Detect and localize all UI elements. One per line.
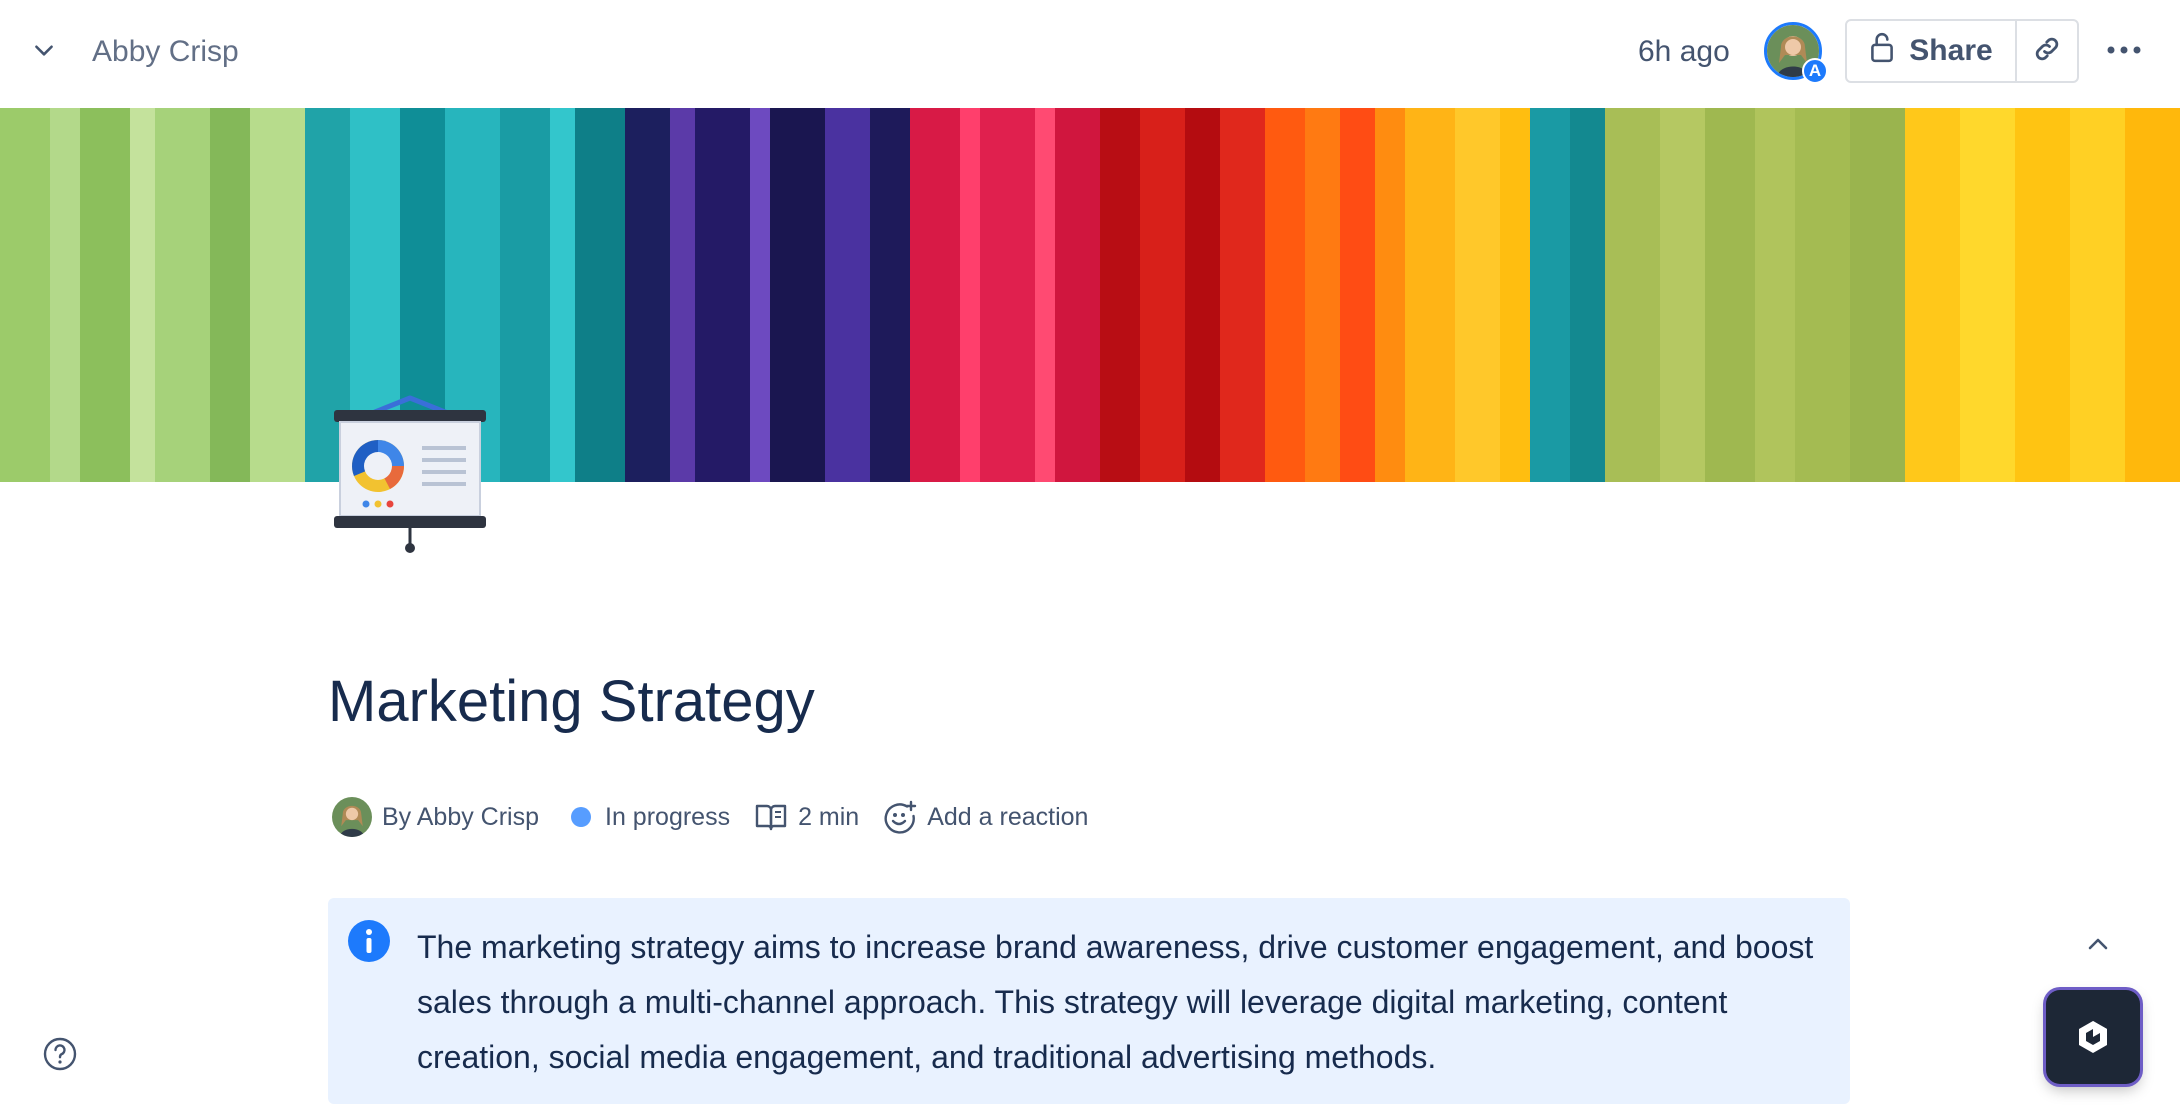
info-panel-text[interactable]: The marketing strategy aims to increase … bbox=[417, 920, 1837, 1085]
share-button[interactable]: Share bbox=[1847, 21, 2017, 81]
page-meta: By Abby Crisp In progress 2 min Add a re… bbox=[332, 796, 1088, 838]
avatar[interactable]: A bbox=[1764, 22, 1828, 84]
last-updated[interactable]: 6h ago bbox=[1638, 32, 1730, 72]
assistant-icon[interactable] bbox=[2046, 990, 2140, 1084]
emoji-add-icon bbox=[883, 800, 917, 834]
breadcrumb-owner[interactable]: Abby Crisp bbox=[92, 32, 239, 72]
share-label: Share bbox=[1909, 34, 1993, 67]
cover-image bbox=[0, 108, 2180, 482]
top-bar: Abby Crisp 6h ago A Share bbox=[0, 0, 2180, 108]
more-icon[interactable] bbox=[2100, 30, 2148, 70]
copy-link-button[interactable] bbox=[2017, 21, 2077, 81]
chevron-up-icon[interactable] bbox=[2078, 926, 2118, 962]
status-dot-icon bbox=[571, 807, 592, 827]
chevron-down-icon[interactable] bbox=[24, 30, 64, 70]
book-open-icon bbox=[754, 802, 788, 832]
read-time: 2 min bbox=[798, 802, 860, 831]
status-label[interactable]: In progress bbox=[605, 803, 730, 832]
page-title[interactable]: Marketing Strategy bbox=[328, 664, 815, 740]
avatar-badge: A bbox=[1802, 58, 1828, 84]
link-icon bbox=[2032, 34, 2062, 69]
help-icon[interactable] bbox=[40, 1034, 80, 1074]
share-button-group: Share bbox=[1845, 19, 2079, 83]
author-avatar[interactable] bbox=[332, 797, 372, 837]
lock-open-icon bbox=[1869, 31, 1895, 71]
presentation-board-icon[interactable] bbox=[330, 392, 490, 562]
info-icon bbox=[348, 920, 390, 962]
add-reaction-button[interactable]: Add a reaction bbox=[859, 800, 1088, 834]
author-name[interactable]: By Abby Crisp bbox=[382, 803, 539, 832]
info-panel[interactable]: The marketing strategy aims to increase … bbox=[328, 898, 1850, 1104]
add-reaction-label: Add a reaction bbox=[927, 802, 1089, 831]
